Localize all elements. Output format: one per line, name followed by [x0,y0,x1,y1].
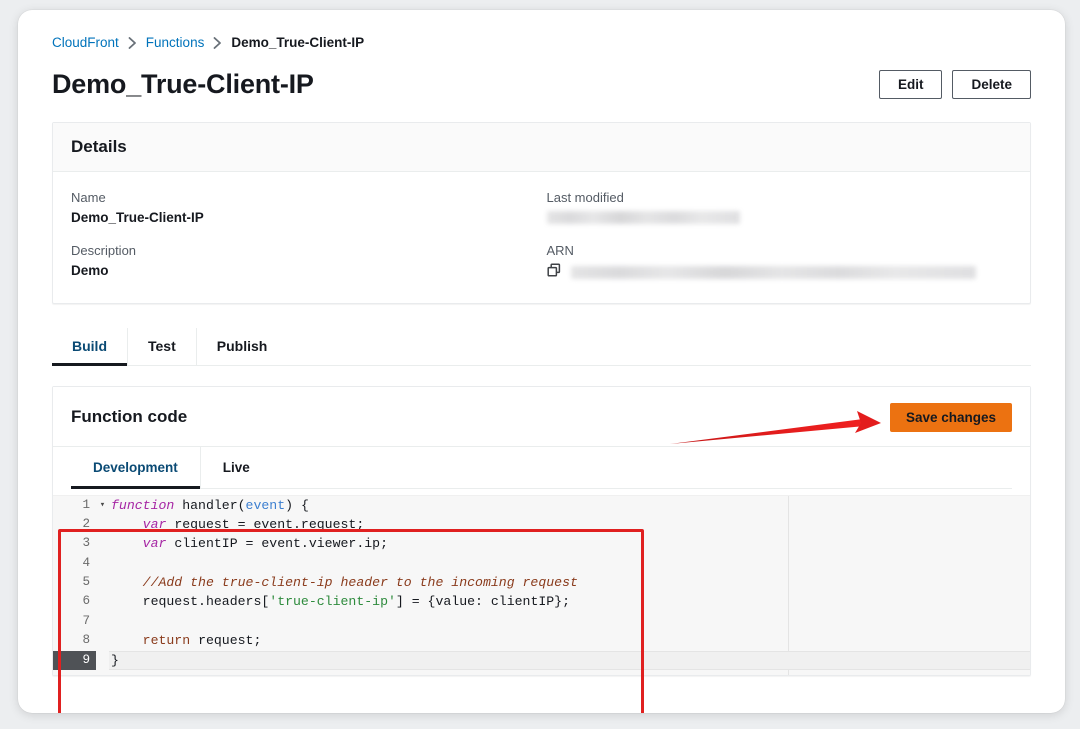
breadcrumb-item-functions[interactable]: Functions [146,36,205,50]
code-line-text: request.headers['true-client-ip'] = {val… [111,594,571,610]
code-editor-lines[interactable]: 1 ▾ function handler(event) {2 var request… [53,495,1030,671]
function-code-header: Function code Save changes [53,386,1030,447]
line-number: 1 [53,495,96,515]
name-value: Demo_True-Client-IP [71,209,204,225]
last-modified-label: Last modified [546,189,624,205]
code-line-text: var request = event.request; [142,516,365,532]
description-value: Demo [71,262,109,278]
chevron-right-icon [128,36,137,49]
save-changes-button[interactable]: Save changes [889,402,1012,432]
line-number: 5 [53,573,96,593]
fold-toggle-icon [96,573,109,592]
copy-icon[interactable] [546,262,562,283]
code-line[interactable]: 9} [53,650,1030,671]
console-page-card: CloudFront Functions Demo_True-Client-IP… [18,10,1065,713]
fold-toggle-icon [96,554,109,573]
line-number: 9 [53,650,96,671]
fold-toggle-icon[interactable]: ▾ [96,496,109,515]
fold-toggle-icon [96,651,109,670]
line-number: 6 [53,592,96,612]
code-line[interactable]: 4 [53,553,1030,574]
code-line-text: } [109,650,1030,671]
code-line[interactable]: 1 ▾ function handler(event) { [53,495,1030,515]
subtab-live[interactable]: Live [201,447,272,488]
last-modified-value-redacted [546,210,740,224]
description-label: Description [71,242,137,258]
code-line-text: var clientIP = event.viewer.ip; [142,536,388,552]
code-line-text: return request; [142,633,262,649]
arn-value-redacted [570,266,976,279]
detail-field-arn: ARN [547,243,1013,283]
arn-row [546,262,1013,283]
function-code-title: Function code [71,407,188,426]
code-line[interactable]: 5 //Add the true-client-ip header to the… [53,573,1030,593]
line-number: 8 [53,631,96,651]
fold-toggle-icon [96,515,109,534]
line-number: 7 [53,611,96,632]
code-editor[interactable]: 1 ▾ function handler(event) {2 var request… [53,494,1030,675]
breadcrumb-item-cloudfront[interactable]: CloudFront [52,36,119,50]
code-line-text: function handler(event) { [111,497,309,513]
delete-button[interactable]: Delete [952,69,1031,99]
fold-toggle-icon [96,612,109,631]
chevron-right-icon [213,36,222,49]
function-code-panel: Function code Save changes Development L… [52,385,1031,676]
tab-build[interactable]: Build [52,327,128,366]
line-number: 3 [53,534,96,554]
line-number: 4 [53,553,96,574]
code-line[interactable]: 7 [53,611,1030,632]
code-subtabs: Development Live [71,446,1012,489]
details-panel: Details Name Demo_True-Client-IP Last mo… [52,121,1031,304]
details-panel-body: Name Demo_True-Client-IP Last modified D… [53,172,1030,303]
code-line[interactable]: 6 request.headers['true-client-ip'] = {v… [53,592,1030,612]
breadcrumb: CloudFront Functions Demo_True-Client-IP [52,10,1031,50]
name-label: Name [71,189,106,205]
code-line[interactable]: 3 var clientIP = event.viewer.ip; [53,534,1030,554]
breadcrumb-item-current: Demo_True-Client-IP [231,35,365,50]
main-tabs: Build Test Publish [52,327,1031,366]
details-grid: Name Demo_True-Client-IP Last modified D… [71,190,1012,283]
code-line[interactable]: 2 var request = event.request; [53,514,1030,535]
line-number: 2 [53,514,96,535]
detail-field-description: Description Demo [71,243,537,283]
code-line[interactable]: 8 return request; [53,631,1030,651]
fold-toggle-icon [96,592,109,611]
subtab-development[interactable]: Development [71,446,201,489]
edit-button[interactable]: Edit [878,69,943,99]
detail-field-name: Name Demo_True-Client-IP [71,190,537,225]
arn-label: ARN [546,242,574,258]
tab-test[interactable]: Test [128,327,197,365]
details-panel-header: Details [53,122,1030,172]
page-title: Demo_True-Client-IP [52,68,314,99]
fold-toggle-icon [96,534,109,553]
page-header: Demo_True-Client-IP Edit Delete [52,69,1031,100]
header-actions: Edit Delete [878,69,1031,99]
code-line-text: //Add the true-client-ip header to the i… [142,575,578,591]
console-content: CloudFront Functions Demo_True-Client-IP… [18,10,1065,713]
details-panel-title: Details [71,136,127,156]
tab-publish[interactable]: Publish [197,328,288,365]
detail-field-last-modified: Last modified [546,189,1013,225]
fold-toggle-icon [96,631,109,650]
